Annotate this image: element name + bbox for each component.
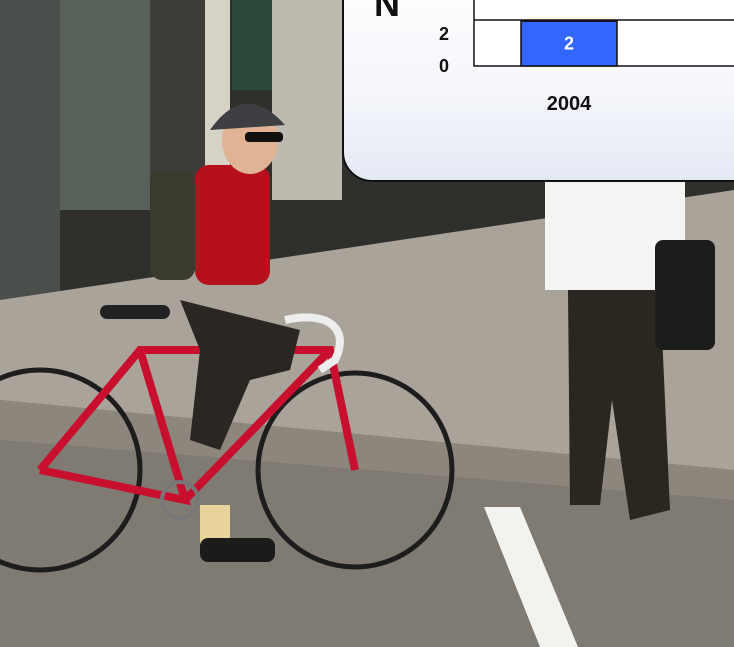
bar-data-label: 2 [564,34,574,54]
sneaker [200,538,275,562]
wall-panel [272,0,342,200]
window-panel [60,0,150,210]
photo-scene: N 20 2 20042 [0,0,734,647]
y-tick-label: 2 [439,24,449,44]
y-axis-label: N [374,0,400,24]
poster [232,0,272,90]
glass-door [0,0,60,300]
bar-chart: N 20 2 20042 [374,0,734,115]
cyclist-shirt [195,165,270,285]
chart-card: N 20 2 20042 [342,0,734,182]
saddle [100,305,170,319]
x-tick-label: 2004 [547,93,592,115]
y-tick-label: 0 [439,56,449,76]
x-ticks: 20042 [547,93,592,115]
y-ticks: 20 [439,24,449,76]
shoulder-bag [655,240,715,350]
backpack [150,170,195,280]
sunglasses [245,132,283,142]
